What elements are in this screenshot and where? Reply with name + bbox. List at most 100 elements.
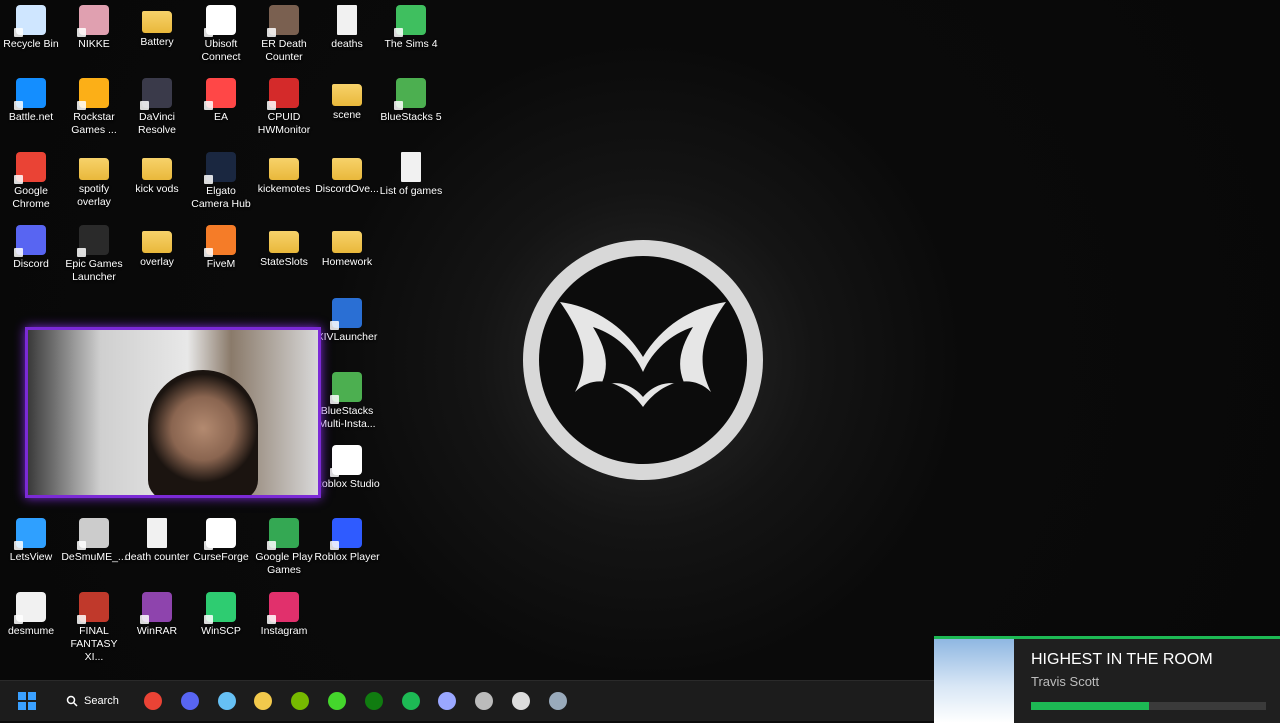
hwmonitor-icon [267,78,299,110]
document-icon [337,5,357,35]
song-progress-fill [1031,702,1149,710]
desktop-icon[interactable]: The Sims 4 [378,5,444,51]
desktop-icon[interactable]: CurseForge [188,518,254,564]
document-icon [147,518,167,548]
xbox-icon-glyph [364,692,383,710]
desktop-icon[interactable]: Roblox Studio [314,445,380,491]
desktop-icon[interactable]: overlay [124,225,190,269]
desktop-icon-label: BlueStacks Multi-Insta... [318,405,376,430]
desktop-icon-label: kickemotes [257,183,311,195]
desktop-icon[interactable]: Battle.net [0,78,64,124]
settings-icon-glyph [548,692,567,710]
windows-logo-icon [18,692,36,710]
desktop-icon[interactable]: ER Death Counter [251,5,317,64]
ea-icon [204,78,236,110]
desktop-icon[interactable]: Rockstar Games ... [61,78,127,137]
geforce-icon[interactable] [286,687,314,715]
google-play-games-icon [267,518,299,550]
folder-icon [79,158,109,180]
folder-icon [269,231,299,253]
spotify-icon[interactable] [397,687,425,715]
desktop-icon[interactable]: List of games [378,152,444,198]
desktop-icon[interactable]: desmume [0,592,64,638]
document-icon [401,152,421,182]
desktop-icon[interactable]: DiscordOve... [314,152,380,196]
rockstar-icon [77,78,109,110]
desktop-icon[interactable]: death counter [124,518,190,564]
desktop-icon-label: DeSmuME_... [61,551,127,563]
spotify-icon-glyph [401,692,420,710]
desktop-icon[interactable]: FiveM [188,225,254,271]
elgato-icon[interactable] [433,687,461,715]
desktop-icon[interactable]: DeSmuME_... [61,518,127,564]
webcam-person [148,370,258,495]
desktop-icon[interactable]: Roblox Player [314,518,380,564]
recycle-bin-icon [14,5,46,37]
desktop-icon[interactable]: EA [188,78,254,124]
desktop-icon[interactable]: Battery [124,5,190,49]
desktop-icon-label: Google Chrome [12,185,50,210]
desktop-icon-label: Rockstar Games ... [71,111,117,136]
razer-icon[interactable] [323,687,351,715]
folder-icon [142,231,172,253]
desktop-icon[interactable]: WinSCP [188,592,254,638]
desktop-icon[interactable]: Epic Games Launcher [61,225,127,284]
er-death-counter-icon [267,5,299,37]
desktop-icon[interactable]: scene [314,78,380,122]
battlenet-icon [14,78,46,110]
steam-icon-glyph [217,692,236,710]
desktop-icon[interactable]: LetsView [0,518,64,564]
desktop-icon[interactable]: Homework [314,225,380,269]
desktop-icon[interactable]: DaVinci Resolve [124,78,190,137]
desktop-icon[interactable]: XIVLauncher [314,298,380,344]
keyboard-icon-glyph [475,692,494,710]
chrome-icon[interactable] [139,687,167,715]
taskbar-search-button[interactable]: Search [56,689,136,713]
desktop-icon[interactable]: BlueStacks Multi-Insta... [314,372,380,431]
xbox-icon[interactable] [360,687,388,715]
search-label: Search [84,695,119,707]
desktop-icon[interactable]: Google Play Games [251,518,317,577]
desktop-icon[interactable]: Ubisoft Connect [188,5,254,64]
desktop-icon[interactable]: NIKKE [61,5,127,51]
desktop-icon[interactable]: kick vods [124,152,190,196]
obs-icon-glyph [512,692,530,710]
desktop-icon[interactable]: Instagram [251,592,317,638]
start-button[interactable] [13,687,41,715]
discord-icon[interactable] [176,687,204,715]
desktop-icon[interactable]: FINAL FANTASY XI... [61,592,127,664]
desktop-icon-label: Discord [13,258,49,270]
settings-icon[interactable] [544,687,572,715]
desktop-icon[interactable]: BlueStacks 5 [378,78,444,124]
desktop-icon-label: scene [332,109,362,121]
desktop-icon-label: CurseForge [193,551,249,563]
epic-games-icon [77,225,109,257]
desktop-icon[interactable]: kickemotes [251,152,317,196]
roblox-player-icon [330,518,362,550]
desktop-icon[interactable]: WinRAR [124,592,190,638]
desktop-icon-label: DaVinci Resolve [138,111,176,136]
steam-icon[interactable] [213,687,241,715]
desktop-icon-label: LetsView [9,551,53,563]
desktop-icon[interactable]: deaths [314,5,380,51]
desktop-icon[interactable]: Recycle Bin [0,5,64,51]
desktop-icon-label: spotify overlay [77,183,111,208]
desktop-icon-label: The Sims 4 [384,38,438,50]
obs-icon[interactable] [507,687,535,715]
desktop-icon[interactable]: spotify overlay [61,152,127,209]
desktop-icon-label: desmume [7,625,55,637]
desmume-file-icon [14,592,46,624]
elgato-icon [204,152,236,184]
desktop-icon[interactable]: StateSlots [251,225,317,269]
webcam-overlay [25,327,321,498]
folder-icon [332,158,362,180]
desktop-icon[interactable]: Discord [0,225,64,271]
desktop-icon[interactable]: CPUID HWMonitor [251,78,317,137]
album-art [934,639,1014,723]
desktop-icon-label: Roblox Studio [314,478,380,490]
keyboard-icon[interactable] [470,687,498,715]
desktop-icon[interactable]: Google Chrome [0,152,64,211]
roblox-studio-icon [330,445,362,477]
file-explorer-icon[interactable] [249,687,277,715]
desktop-icon[interactable]: Elgato Camera Hub [188,152,254,211]
